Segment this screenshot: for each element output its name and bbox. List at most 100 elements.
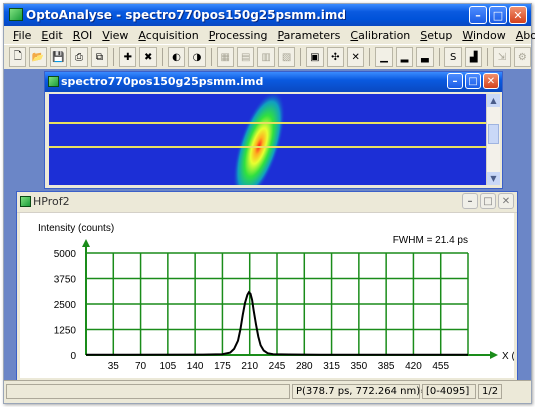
status-page: 1/2 [478, 384, 502, 399]
menu-acquisition[interactable]: Acquisition [133, 29, 203, 42]
app-title: OptoAnalyse - spectro770pos150g25psmm.im… [26, 8, 347, 22]
x-axis-label: X (ps) [502, 351, 514, 362]
menu-processing[interactable]: Processing [204, 29, 273, 42]
menu-label-rest: OI [80, 28, 93, 42]
maximize-button[interactable]: □ [489, 6, 507, 24]
app-icon [9, 8, 23, 21]
profile-close-button[interactable]: ✕ [498, 193, 514, 209]
x-tick-label: 175 [214, 361, 231, 372]
menu-mnemonic: V [102, 28, 110, 42]
filter-icon[interactable]: ⚙ [513, 47, 532, 67]
profile-maximize-button[interactable]: □ [480, 193, 496, 209]
x-tick-label: 280 [296, 361, 313, 372]
toolbar-separator [438, 48, 440, 66]
tool-b-icon[interactable]: ▤ [236, 47, 255, 67]
print-icon[interactable]: ⎙ [70, 47, 88, 67]
menu-file[interactable]: File [8, 29, 36, 42]
profile-alt-icon[interactable]: ▂ [395, 47, 414, 67]
tool-c-icon[interactable]: ▥ [257, 47, 275, 67]
contrast-icon[interactable]: ◐ [167, 47, 186, 67]
menu-label-rest: bout [523, 28, 535, 42]
export-icon[interactable]: ⇲ [493, 47, 511, 67]
profile-window-title: HProf2 [33, 195, 70, 208]
image-close-button[interactable]: ✕ [483, 73, 499, 89]
menu-mnemonic: A [138, 28, 146, 42]
image-window: spectro770pos150g25psmm.imd – □ ✕ ▲ ▼ [44, 71, 503, 189]
graph-icon[interactable]: ▟ [464, 47, 483, 67]
save-icon[interactable]: 💾 [49, 47, 68, 67]
menu-label-rest: etup [427, 28, 453, 42]
spectro-image[interactable] [49, 94, 487, 185]
scroll-up-icon[interactable]: ▲ [487, 94, 500, 107]
app-title-bar[interactable]: OptoAnalyse - spectro770pos150g25psmm.im… [4, 4, 531, 26]
minimize-button[interactable]: – [469, 6, 487, 24]
x-tick-label: 385 [378, 361, 395, 372]
set-icon[interactable]: S [444, 47, 462, 67]
menu-roi[interactable]: ROI [68, 29, 98, 42]
fit-icon[interactable]: ▃ [416, 47, 434, 67]
profile-plot[interactable]: 35 70 105 140 175 210 245 280 315 350 385 420 455 0 12… [20, 213, 529, 378]
x-tick-label: 210 [241, 361, 258, 372]
pin-remove-icon[interactable]: ✖ [139, 47, 157, 67]
x-tick-label: 245 [269, 361, 286, 372]
menu-calibration[interactable]: Calibration [345, 29, 415, 42]
image-maximize-button[interactable]: □ [465, 73, 481, 89]
toolbar-separator [161, 48, 163, 66]
menu-label-rest: rocessing [215, 28, 268, 42]
menu-window[interactable]: Window [457, 29, 510, 42]
image-window-title: spectro770pos150g25psmm.imd [61, 75, 264, 88]
scroll-thumb[interactable] [488, 124, 499, 144]
toolbar: 🗋 📂 💾 ⎙ ⧉ ✚ ✖ ◐ ◑ ▦ ▤ ▥ ▧ ▣ ✣ ✕ ▁ ▂ ▃ S ▟ ⇲ ⚙ [4, 44, 532, 70]
y-axis-arrow [82, 239, 90, 247]
menu-edit[interactable]: Edit [36, 29, 67, 42]
new-icon[interactable]: 🗋 [9, 47, 27, 67]
y-tick-label: 3750 [54, 275, 77, 286]
menu-bar: File Edit ROI View Acquisition Processing Para… [4, 26, 535, 44]
toolbar-separator [300, 48, 302, 66]
menu-label-rest: dit [48, 28, 63, 42]
contrast-alt-icon[interactable]: ◑ [188, 47, 206, 67]
x-tick-label: 70 [135, 361, 147, 372]
menu-about[interactable]: About [511, 29, 535, 42]
menu-label-rest: cquisition [145, 28, 199, 42]
x-tick-label: 140 [187, 361, 204, 372]
y-axis-label: Intensity (counts) [38, 223, 114, 234]
x-tick-label: 35 [108, 361, 120, 372]
streak-image [49, 94, 487, 185]
crosshair-icon[interactable]: ✣ [326, 47, 344, 67]
toolbar-separator [210, 48, 212, 66]
menu-label-rest: ile [18, 28, 32, 42]
pin-add-icon[interactable]: ✚ [119, 47, 137, 67]
scroll-down-icon[interactable]: ▼ [487, 172, 500, 185]
tool-d-icon[interactable]: ▧ [277, 47, 296, 67]
profile-window-icon [20, 196, 31, 207]
y-tick-label: 0 [70, 351, 76, 362]
menu-setup[interactable]: Setup [415, 29, 457, 42]
status-coords: P(378.7 ps, 772.264 nm)=8.000 [292, 384, 457, 399]
menu-label-rest: indow [472, 28, 506, 42]
profile-minimize-button[interactable]: – [462, 193, 478, 209]
menu-parameters[interactable]: Parameters [272, 29, 345, 42]
image-minimize-button[interactable]: – [447, 73, 463, 89]
mdi-workspace: spectro770pos150g25psmm.imd – □ ✕ ▲ ▼ HP… [4, 69, 531, 382]
y-tick-label: 2500 [54, 300, 77, 311]
x-tick-label: 420 [405, 361, 422, 372]
close-button[interactable]: ✕ [509, 6, 527, 24]
y-tick-label: 1250 [54, 326, 77, 337]
y-tick-label: 5000 [54, 249, 77, 260]
profile-chart: 35 70 105 140 175 210 245 280 315 350 385 420 455 0 12… [38, 223, 529, 372]
tool-a-icon[interactable]: ▦ [216, 47, 234, 67]
image-window-title-bar[interactable]: spectro770pos150g25psmm.imd – □ ✕ [45, 72, 502, 92]
x-tick-label: 455 [432, 361, 449, 372]
menu-view[interactable]: View [97, 29, 133, 42]
image-vertical-scrollbar[interactable]: ▲ ▼ [486, 94, 500, 185]
toolbar-separator [487, 48, 489, 66]
cross-x-icon[interactable]: ✕ [347, 47, 365, 67]
open-icon[interactable]: 📂 [29, 47, 47, 67]
profile-window-title-bar[interactable]: HProf2 – □ ✕ [17, 192, 517, 213]
menu-mnemonic: W [462, 28, 473, 42]
roi-icon[interactable]: ▣ [306, 47, 324, 67]
profile-icon[interactable]: ▁ [375, 47, 393, 67]
x-tick-label: 315 [323, 361, 340, 372]
copy-icon[interactable]: ⧉ [90, 47, 109, 67]
